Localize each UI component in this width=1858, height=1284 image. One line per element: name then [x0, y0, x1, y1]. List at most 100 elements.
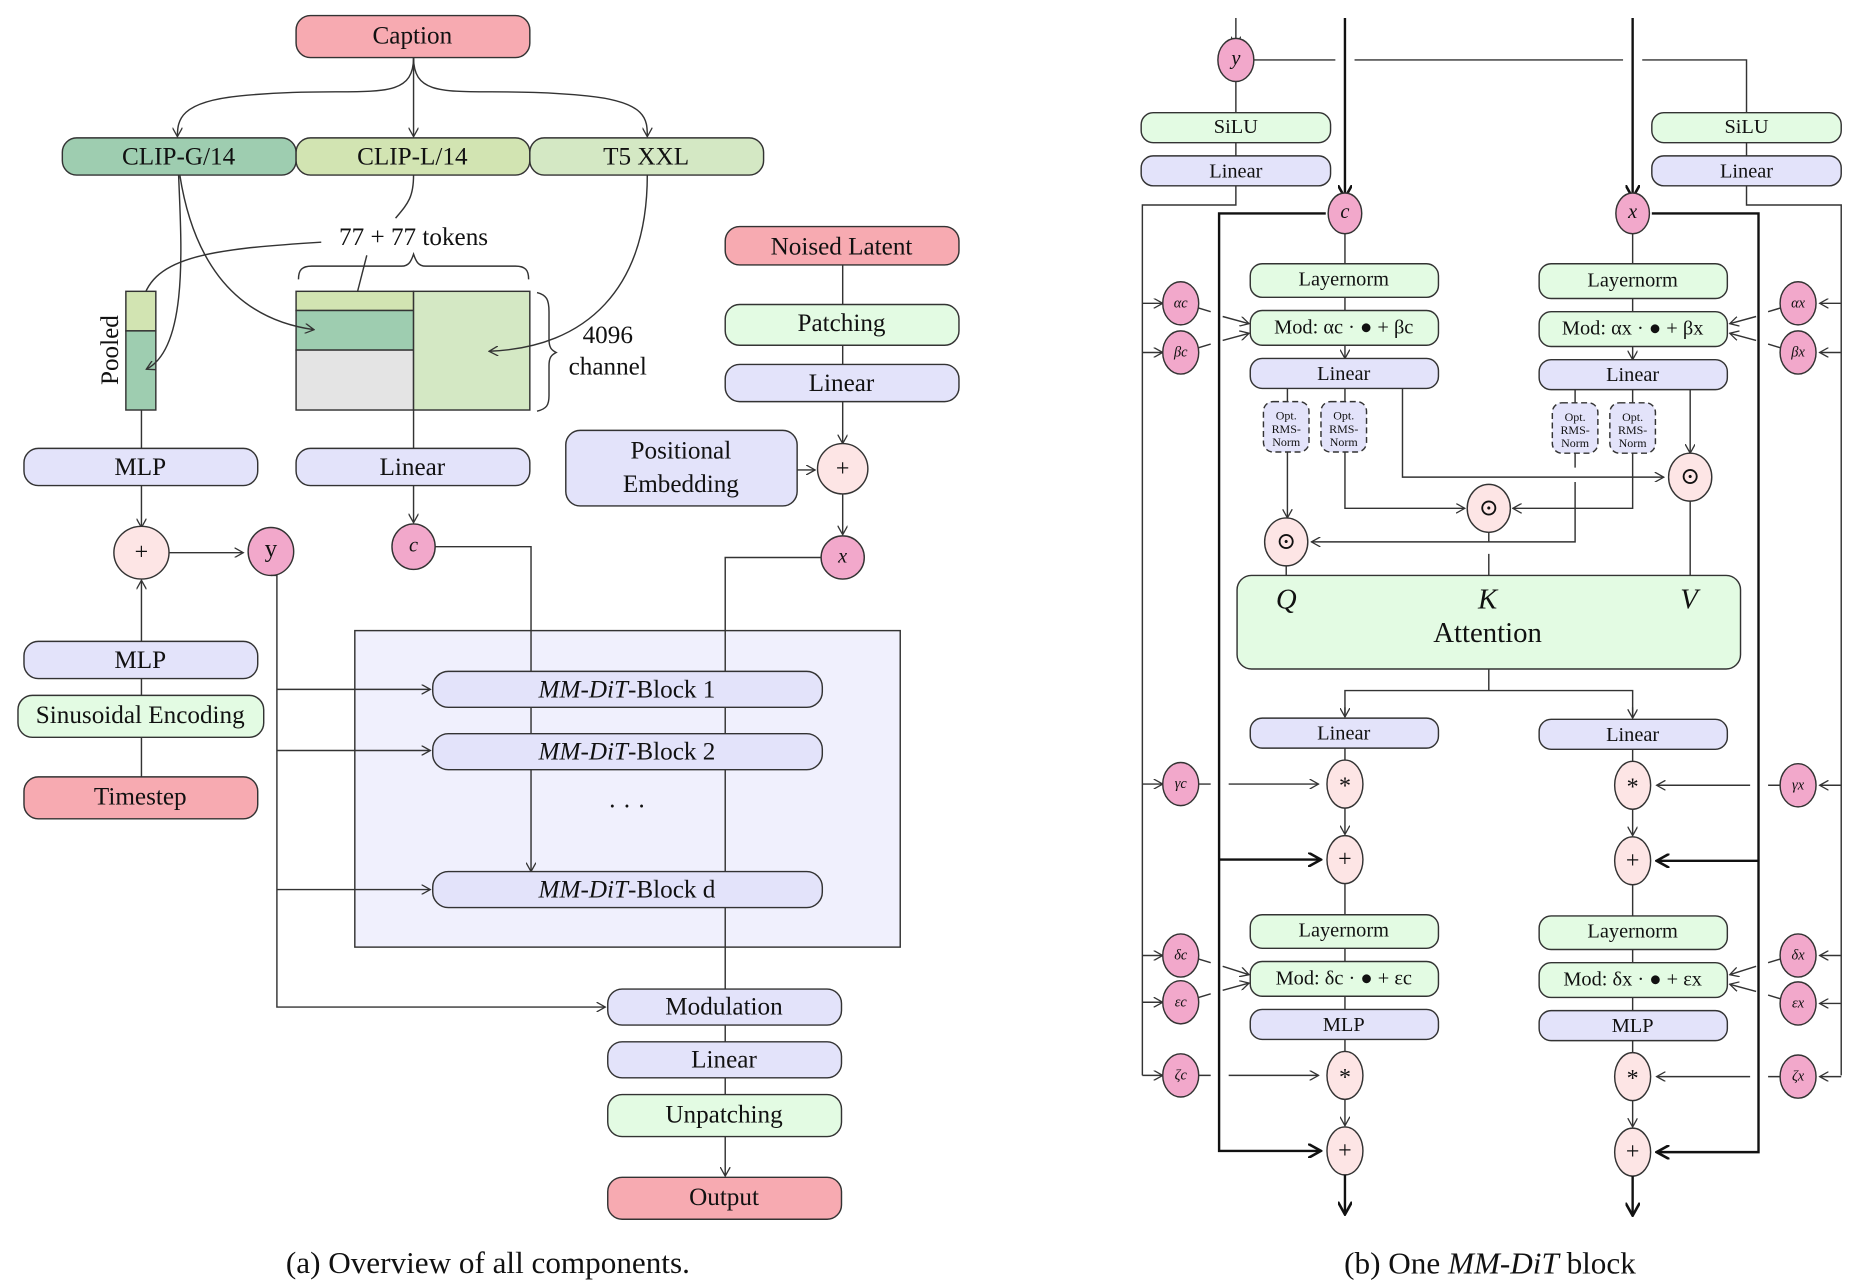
- layernorm-c-2-label: Layernorm: [1299, 919, 1390, 941]
- edge-linear-gate: [1344, 748, 1634, 762]
- svg-text:*: *: [1339, 1065, 1351, 1091]
- mod-c-1-label: Mod: αc · ● + βc: [1274, 316, 1413, 338]
- svg-text:RMS-: RMS-: [1272, 422, 1301, 436]
- linear-latent-label: Linear: [809, 370, 875, 397]
- concat-q-node: ⊙: [1263, 517, 1309, 567]
- clip-l-label: CLIP-L/14: [357, 144, 468, 171]
- mmdit-block-1: MM-DiT-Block 1: [432, 670, 824, 709]
- svg-text:Opt.: Opt.: [1276, 409, 1297, 423]
- svg-text:*: *: [1627, 775, 1639, 801]
- svg-text:*: *: [1627, 1066, 1639, 1092]
- svg-text:Opt.: Opt.: [1333, 409, 1354, 423]
- param-zeta-x: ζx: [1779, 1054, 1817, 1099]
- concat-v-node: ⊙: [1667, 452, 1713, 502]
- linear-out-c-label: Linear: [1317, 723, 1370, 745]
- panel-a-overview: Caption CLIP-G/14 CLIP-L/14 T5 XXL 77 + …: [17, 14, 960, 1280]
- block-2-suffix: -Block 2: [628, 738, 715, 765]
- linear-output-label: Linear: [691, 1046, 757, 1073]
- edge-caption-clipg: [177, 57, 415, 137]
- mmdit-architecture-diagram: Caption CLIP-G/14 CLIP-L/14 T5 XXL 77 + …: [17, 14, 1842, 1280]
- svg-text:Norm: Norm: [1561, 436, 1590, 450]
- positional-embedding-label-1: Positional: [631, 437, 732, 464]
- b-y-label: y: [1229, 48, 1241, 70]
- c-node-label: c: [409, 534, 418, 556]
- attention-label: Attention: [1433, 617, 1542, 649]
- svg-text:βc: βc: [1173, 344, 1188, 360]
- svg-text:*: *: [1339, 773, 1351, 799]
- output-label: Output: [689, 1184, 759, 1211]
- param-gamma-c: γc: [1162, 761, 1200, 807]
- svg-text:αc: αc: [1174, 295, 1189, 311]
- caption-input-label: Caption: [373, 22, 453, 49]
- channel-unit-label: channel: [569, 353, 647, 380]
- block-1-prefix: MM-DiT: [538, 676, 630, 703]
- tokens-label: 77 + 77 tokens: [339, 224, 488, 251]
- attention-q-label: Q: [1276, 583, 1297, 615]
- residual-sum-x-1: +: [1613, 836, 1652, 886]
- pooled-clip-g-segment: [125, 330, 157, 411]
- svg-text:αx: αx: [1791, 295, 1806, 311]
- linear-context-label: Linear: [380, 454, 446, 481]
- residual-sum-x-2: +: [1613, 1127, 1652, 1177]
- param-delta-c: δc: [1162, 933, 1200, 978]
- edge-tokens-pooled: [141, 241, 322, 306]
- svg-text:+: +: [1338, 847, 1352, 873]
- patching-label: Patching: [797, 310, 885, 337]
- svg-text:RMS-: RMS-: [1618, 423, 1647, 437]
- param-beta-c: βc: [1162, 330, 1200, 375]
- timestep-label: Timestep: [94, 784, 187, 811]
- svg-text:βx: βx: [1790, 344, 1805, 360]
- gate-c-1: *: [1326, 759, 1364, 809]
- edge-ln2-mod2: [1344, 948, 1634, 963]
- param-beta-x: βx: [1779, 330, 1817, 375]
- channel-count-label: 4096: [583, 322, 633, 349]
- mmdit-block-d: MM-DiT-Block d: [432, 870, 824, 909]
- matrix-t5-tokens: [412, 290, 531, 411]
- mmdit-block-2: MM-DiT-Block 2: [432, 732, 824, 771]
- panel-b-caption: (b) One MM-DiT block: [1344, 1245, 1636, 1280]
- t5-xxl-label: T5 XXL: [603, 144, 689, 171]
- svg-text:+: +: [1338, 1138, 1352, 1164]
- gate-x-1: *: [1613, 760, 1652, 810]
- svg-text:+: +: [1626, 848, 1640, 874]
- linear-qkv-c-label: Linear: [1317, 363, 1370, 385]
- param-alpha-x: αx: [1779, 281, 1817, 326]
- block-d-prefix: MM-DiT: [538, 876, 630, 903]
- pooled-label: Pooled: [97, 315, 124, 385]
- svg-text:Norm: Norm: [1330, 435, 1359, 449]
- silu-c-label: SiLU: [1214, 116, 1258, 138]
- rmsnorm-k-c: Opt.RMS-Norm: [1320, 400, 1368, 453]
- svg-text:δx: δx: [1792, 948, 1806, 964]
- edge-caption-t5: [412, 57, 648, 137]
- svg-text:Opt.: Opt.: [1622, 410, 1643, 424]
- mod-x-1-label: Mod: αx · ● + βx: [1562, 317, 1704, 339]
- edge-attention-split: [1344, 668, 1634, 717]
- param-alpha-c: αc: [1162, 281, 1200, 326]
- svg-text:RMS-: RMS-: [1560, 423, 1589, 437]
- matrix-clip-l-tokens: [295, 290, 415, 312]
- silu-x-label: SiLU: [1724, 116, 1768, 138]
- mlp-x-label: MLP: [1612, 1015, 1654, 1037]
- edge-mlp-gate: [1344, 1039, 1634, 1053]
- residual-sum-c-1: +: [1326, 834, 1364, 885]
- edge-clipl-tokens: [395, 175, 415, 219]
- block-d-suffix: -Block d: [628, 876, 716, 903]
- param-gamma-x: γx: [1779, 762, 1817, 808]
- gate-c-2: *: [1326, 1050, 1364, 1101]
- tokens-brace: [297, 251, 530, 280]
- edge-y-right: [1253, 59, 1748, 113]
- mod-x-2-label: Mod: δx · ● + εx: [1563, 968, 1702, 990]
- clip-g-label: CLIP-G/14: [122, 144, 236, 171]
- svg-text:⊙: ⊙: [1276, 529, 1296, 555]
- layernorm-c-1-label: Layernorm: [1299, 268, 1390, 290]
- param-epsilon-c: εc: [1162, 979, 1200, 1025]
- panel-a-caption: (a) Overview of all components.: [286, 1245, 690, 1280]
- edge-kx-concat: [1513, 453, 1634, 508]
- sinusoidal-encoding-label: Sinusoidal Encoding: [36, 702, 245, 729]
- edge-linear-rms: [1286, 388, 1634, 403]
- svg-text:RMS-: RMS-: [1329, 422, 1358, 436]
- pos-sum-symbol: +: [836, 456, 850, 482]
- attention-k-label: K: [1477, 583, 1499, 615]
- rmsnorm-k-x: Opt.RMS-Norm: [1609, 402, 1657, 454]
- x-node-label: x: [837, 545, 847, 567]
